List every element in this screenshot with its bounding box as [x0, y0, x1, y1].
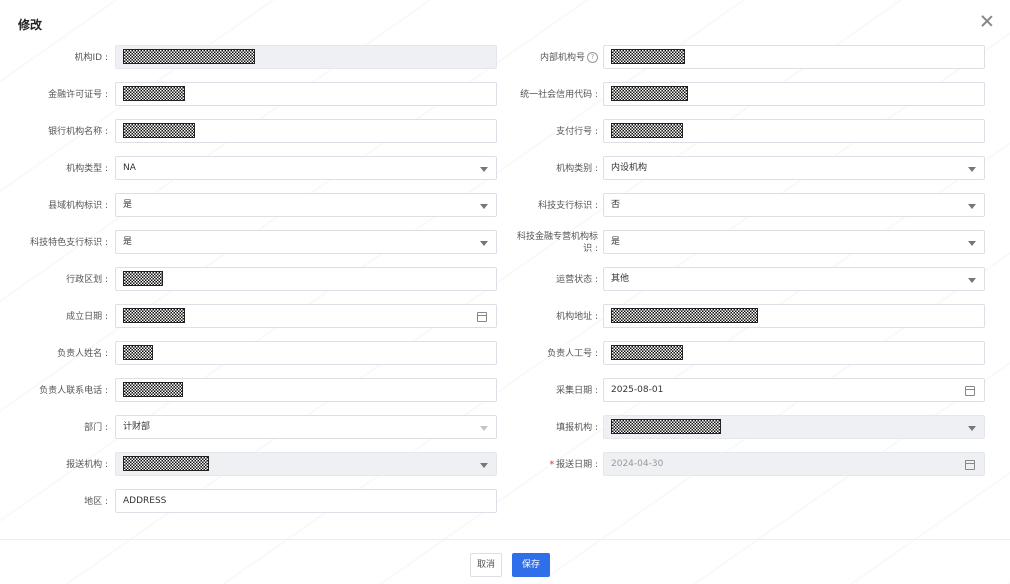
label-org-category: 机构类别 :	[556, 164, 598, 174]
manager-name-field[interactable]	[115, 341, 497, 365]
required-marker: *	[549, 460, 555, 470]
label-tech-branch: 科技支行标识 :	[538, 201, 598, 211]
label-credit-code: 统一社会信用代码 :	[520, 90, 598, 100]
label-tech-finance-org: 科技金融专营机构标识 :	[516, 232, 598, 254]
calendar-icon[interactable]	[477, 312, 487, 322]
founded-date-field[interactable]	[115, 304, 497, 328]
chevron-down-icon	[480, 204, 488, 209]
tech-special-branch-select[interactable]: 是	[115, 230, 497, 254]
fill-org-select[interactable]	[603, 415, 985, 439]
cancel-button[interactable]: 取消	[470, 553, 502, 577]
chevron-down-icon	[968, 204, 976, 209]
tech-branch-select[interactable]: 否	[603, 193, 985, 217]
department-value: 计财部	[123, 422, 151, 432]
internal-org-no-text: 内部机构号	[539, 53, 585, 63]
close-icon[interactable]	[980, 14, 994, 28]
label-founded-date: 成立日期 :	[66, 312, 108, 322]
label-payment-bank-no: 支付行号 :	[556, 127, 598, 137]
org-category-select[interactable]: 内设机构	[603, 156, 985, 180]
chevron-down-icon	[480, 241, 488, 246]
submit-date-text: 报送日期 :	[556, 460, 598, 470]
bank-name-field[interactable]	[115, 119, 497, 143]
help-icon[interactable]: ?	[587, 52, 598, 63]
admin-division-field[interactable]	[115, 267, 497, 291]
internal-org-no-field[interactable]	[603, 45, 985, 69]
label-operating-status: 运营状态 :	[556, 275, 598, 285]
label-tech-special-branch: 科技特色支行标识 :	[30, 238, 108, 248]
collect-date-field[interactable]: 2025-08-01	[603, 378, 985, 402]
label-submit-org: 报送机构 :	[66, 460, 108, 470]
tech-finance-org-value: 是	[611, 237, 621, 247]
region-value: ADDRESS	[123, 496, 167, 506]
label-manager-id: 负责人工号 :	[547, 349, 598, 359]
label-county-flag: 县域机构标识 :	[48, 201, 108, 211]
chevron-down-icon	[480, 426, 488, 431]
calendar-icon[interactable]	[965, 460, 975, 470]
county-flag-value: 是	[123, 200, 133, 210]
chevron-down-icon	[480, 463, 488, 468]
operating-status-select[interactable]: 其他	[603, 267, 985, 291]
submit-org-select[interactable]	[115, 452, 497, 476]
label-bank-name: 银行机构名称 :	[48, 127, 108, 137]
chevron-down-icon	[968, 241, 976, 246]
label-manager-name: 负责人姓名 :	[57, 349, 108, 359]
finance-license-field[interactable]	[115, 82, 497, 106]
tech-special-branch-value: 是	[123, 237, 133, 247]
label-region: 地区 :	[84, 497, 108, 507]
submit-date-value: 2024-04-30	[611, 459, 664, 469]
label-collect-date: 采集日期 :	[556, 386, 598, 396]
label-manager-phone: 负责人联系电话 :	[39, 386, 108, 396]
org-type-select[interactable]: NA	[115, 156, 497, 180]
chevron-down-icon	[968, 426, 976, 431]
department-select[interactable]: 计财部	[115, 415, 497, 439]
calendar-icon[interactable]	[965, 386, 975, 396]
credit-code-field[interactable]	[603, 82, 985, 106]
payment-bank-no-field[interactable]	[603, 119, 985, 143]
label-fill-org: 填报机构 :	[556, 423, 598, 433]
label-submit-date: * 报送日期 :	[500, 459, 598, 471]
org-type-value: NA	[123, 163, 136, 173]
chevron-down-icon	[968, 167, 976, 172]
tech-branch-value: 否	[611, 200, 621, 210]
label-finance-license: 金融许可证号 :	[48, 90, 108, 100]
footer-divider	[0, 539, 1010, 540]
org-category-value: 内设机构	[611, 163, 648, 173]
label-org-address: 机构地址 :	[556, 312, 598, 322]
label-admin-division: 行政区划 :	[66, 275, 108, 285]
manager-id-field[interactable]	[603, 341, 985, 365]
operating-status-value: 其他	[611, 274, 630, 284]
save-button[interactable]: 保存	[512, 553, 550, 577]
label-department: 部门 :	[84, 423, 108, 433]
region-field[interactable]: ADDRESS	[115, 489, 497, 513]
county-flag-select[interactable]: 是	[115, 193, 497, 217]
label-org-id: 机构ID :	[74, 53, 108, 63]
org-id-field[interactable]	[115, 45, 497, 69]
org-address-field[interactable]	[603, 304, 985, 328]
chevron-down-icon	[968, 278, 976, 283]
submit-date-field[interactable]: 2024-04-30	[603, 452, 985, 476]
chevron-down-icon	[480, 167, 488, 172]
manager-phone-field[interactable]	[115, 378, 497, 402]
label-internal-org-no: 内部机构号?	[500, 52, 600, 64]
tech-finance-org-select[interactable]: 是	[603, 230, 985, 254]
label-org-type: 机构类型 :	[66, 164, 108, 174]
collect-date-value: 2025-08-01	[611, 385, 664, 395]
dialog-title: 修改	[18, 18, 43, 32]
